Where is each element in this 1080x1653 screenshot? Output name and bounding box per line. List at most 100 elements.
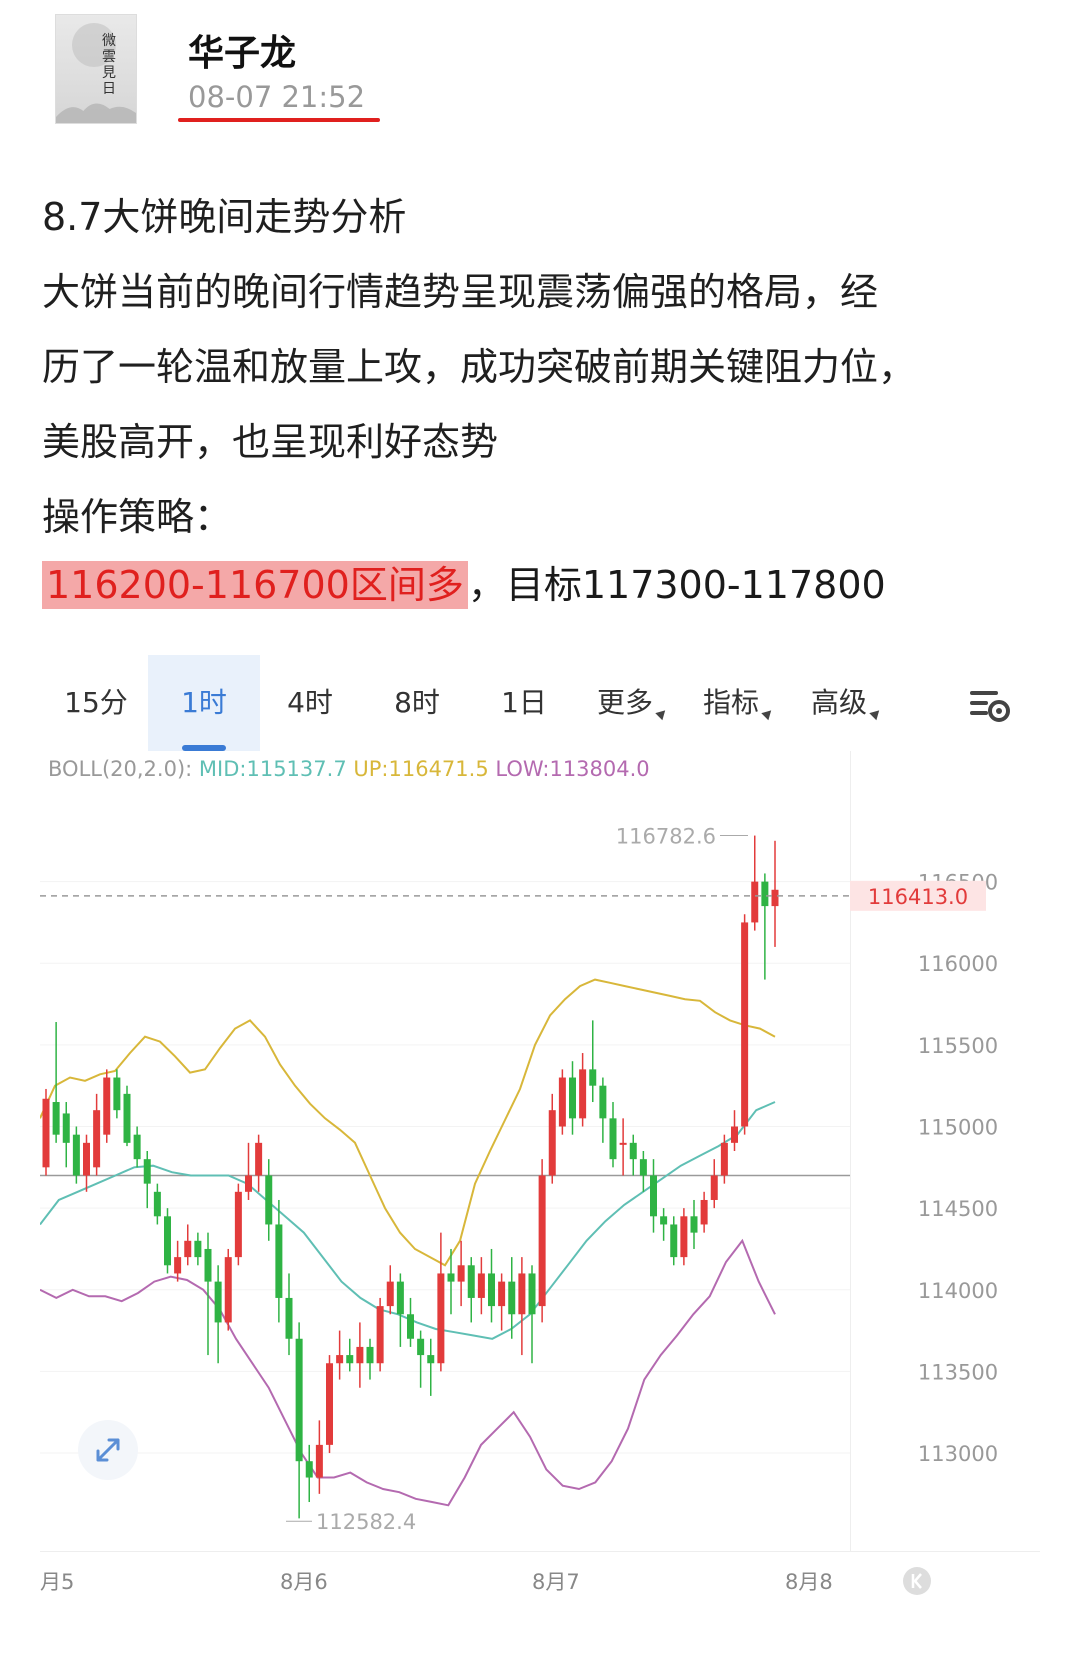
candle-body bbox=[204, 1248, 212, 1282]
tab-indicators[interactable]: 指标 bbox=[682, 655, 794, 751]
candle-body bbox=[103, 1077, 111, 1135]
candle-body bbox=[143, 1159, 151, 1184]
avatar-hills-graphic bbox=[56, 103, 136, 123]
candle-body bbox=[245, 1175, 252, 1192]
candle-body bbox=[407, 1314, 414, 1339]
candle-body bbox=[771, 889, 779, 907]
candle-body bbox=[356, 1346, 364, 1364]
tab-8h[interactable]: 8时 bbox=[361, 655, 473, 751]
candle-body bbox=[548, 1110, 556, 1176]
x-tick-label: 8月8 bbox=[785, 1570, 833, 1594]
author-avatar[interactable]: 微雲見日 bbox=[55, 14, 137, 124]
kline-chart-card: 15分 1时 4时 8时 1日 更多 指标 高级 BOLL(20,2.0): M… bbox=[40, 655, 1040, 1650]
tab-label: 更多 bbox=[596, 686, 653, 719]
candle-body bbox=[315, 1444, 323, 1478]
tab-more[interactable]: 更多 bbox=[576, 655, 688, 751]
candle-body bbox=[174, 1257, 182, 1274]
candle-body bbox=[619, 1142, 627, 1145]
candle-body bbox=[194, 1240, 202, 1258]
candle-body bbox=[660, 1216, 668, 1225]
candle-body bbox=[447, 1273, 455, 1282]
candle-body bbox=[255, 1142, 263, 1176]
boll-lower-band bbox=[40, 1238, 776, 1507]
tab-1h[interactable]: 1时 bbox=[148, 655, 260, 751]
candle-body bbox=[72, 1134, 80, 1176]
candle-body bbox=[761, 881, 769, 907]
strategy-target: ，目标117300-117800 bbox=[467, 563, 886, 607]
article-line-2: 历了一轮温和放量上攻，成功突破前期关键阻力位， bbox=[42, 345, 917, 389]
tab-4h[interactable]: 4时 bbox=[254, 655, 366, 751]
tab-label: 8时 bbox=[394, 686, 440, 719]
y-tick-label: 115000 bbox=[918, 1116, 998, 1140]
dropdown-caret-icon bbox=[655, 706, 669, 721]
candle-body bbox=[275, 1224, 283, 1298]
candle-body bbox=[326, 1363, 333, 1445]
candle-body bbox=[741, 922, 749, 1127]
candle-body bbox=[558, 1077, 566, 1127]
timeframe-tabs: 15分 1时 4时 8时 1日 更多 指标 高级 bbox=[40, 655, 1040, 751]
candle-body bbox=[305, 1461, 313, 1478]
tab-label: 1时 bbox=[181, 686, 227, 719]
candle-body bbox=[720, 1142, 728, 1176]
candle-body bbox=[609, 1118, 617, 1160]
candle-body bbox=[518, 1273, 526, 1315]
candle-body bbox=[710, 1175, 718, 1200]
strategy-highlight: 116200-116700区间多 bbox=[42, 561, 468, 609]
candle-body bbox=[164, 1216, 171, 1266]
candle-body bbox=[731, 1126, 738, 1143]
candle-body bbox=[457, 1265, 465, 1282]
article-line-3: 美股高开，也呈现利好态势 bbox=[42, 420, 499, 464]
candle-body bbox=[366, 1346, 374, 1364]
candle-body bbox=[62, 1113, 70, 1143]
high-price-label: 116782.6 bbox=[616, 824, 716, 848]
candle-body bbox=[83, 1142, 90, 1176]
candle-body bbox=[417, 1338, 425, 1356]
author-name[interactable]: 华子龙 bbox=[188, 24, 296, 76]
scroll-end-button bbox=[903, 1567, 931, 1595]
price-axis-divider bbox=[850, 751, 851, 1551]
candle-body bbox=[538, 1175, 546, 1307]
tab-label: 指标 bbox=[702, 686, 759, 719]
candle-body bbox=[133, 1134, 141, 1160]
candle-body bbox=[589, 1069, 597, 1086]
tab-label: 高级 bbox=[810, 686, 867, 719]
candle-body bbox=[629, 1142, 637, 1160]
candle-body bbox=[336, 1355, 344, 1364]
tab-15m[interactable]: 15分 bbox=[40, 655, 152, 751]
candle-body bbox=[113, 1077, 121, 1111]
candle-body bbox=[265, 1175, 273, 1225]
candle-body bbox=[599, 1085, 607, 1119]
candle-body bbox=[680, 1216, 688, 1258]
x-tick-label: 月5 bbox=[40, 1570, 74, 1594]
article-line-1: 大饼当前的晚间行情趋势呈现震荡偏强的格局，经 bbox=[42, 270, 879, 314]
candle-body bbox=[93, 1110, 101, 1168]
candle-body bbox=[184, 1240, 192, 1258]
post-timestamp: 08-07 21:52 bbox=[188, 80, 366, 114]
candle-body bbox=[224, 1257, 232, 1323]
candle-body bbox=[153, 1191, 161, 1217]
candle-body bbox=[123, 1093, 131, 1143]
expand-chart-button[interactable] bbox=[78, 1420, 138, 1480]
y-tick-label: 113500 bbox=[918, 1360, 998, 1384]
expand-arrows-icon bbox=[96, 1438, 120, 1462]
x-tick-label: 8月6 bbox=[280, 1570, 328, 1594]
dropdown-caret-icon bbox=[761, 706, 775, 721]
red-underline-annotation bbox=[178, 118, 380, 122]
article-title: 8.7大饼晚间走势分析 bbox=[42, 195, 407, 239]
candle-body bbox=[508, 1281, 516, 1315]
candlestick-chart[interactable]: 1165001160001155001150001145001140001135… bbox=[40, 751, 1040, 1646]
candle-body bbox=[396, 1281, 404, 1315]
tab-1d[interactable]: 1日 bbox=[468, 655, 580, 751]
low-price-label: 112582.4 bbox=[316, 1510, 416, 1534]
strategy-label: 操作策略： bbox=[42, 495, 233, 539]
x-tick-label: 8月7 bbox=[532, 1570, 580, 1594]
candle-body bbox=[386, 1281, 394, 1307]
y-tick-label: 114500 bbox=[918, 1197, 998, 1221]
candle-body bbox=[670, 1224, 678, 1258]
candle-body bbox=[467, 1265, 475, 1298]
candle-body bbox=[437, 1273, 445, 1364]
candle-body bbox=[214, 1281, 222, 1323]
tab-advanced[interactable]: 高级 bbox=[790, 655, 902, 751]
y-tick-label: 113000 bbox=[918, 1442, 998, 1466]
chart-settings-icon[interactable] bbox=[968, 685, 1012, 725]
